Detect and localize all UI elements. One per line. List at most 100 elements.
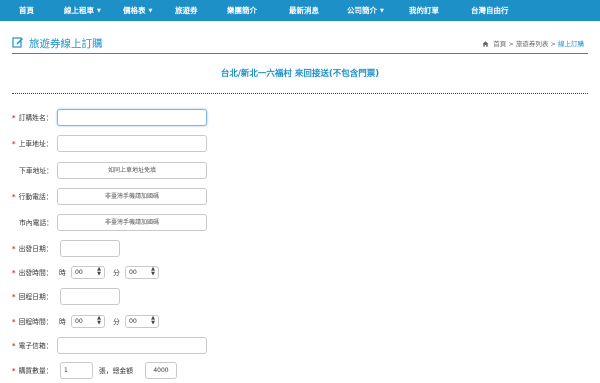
nav-group-intro[interactable]: 樂團簡介 bbox=[227, 0, 257, 21]
return-hour-value: 00 bbox=[75, 318, 83, 325]
nav-online-rental-label: 線上租車 bbox=[64, 6, 94, 15]
chevron-down-icon: ▼ bbox=[380, 8, 384, 14]
required-mark: * bbox=[12, 140, 16, 148]
return-time-label: * 回程時間： bbox=[12, 312, 53, 332]
nav-latest-news[interactable]: 最新消息 bbox=[289, 0, 319, 21]
pickup-address-input[interactable] bbox=[57, 135, 207, 152]
breadcrumb: 首頁 > 旅遊券列表 > 線上訂購 bbox=[482, 38, 584, 48]
return-minute-value: 00 bbox=[129, 318, 137, 325]
nav-price-list-label: 價格表 bbox=[123, 6, 146, 15]
nav-home-label: 首頁 bbox=[19, 6, 34, 15]
form-row-return-date: * 回程日期： bbox=[0, 287, 600, 307]
return-date-label-text: 回程日期： bbox=[18, 293, 53, 301]
required-mark: * bbox=[12, 342, 16, 350]
nav-price-list[interactable]: 價格表 ▼ bbox=[123, 0, 152, 21]
required-mark: * bbox=[12, 245, 16, 253]
depart-time-label: * 出發時間： bbox=[12, 263, 53, 283]
form-row-name: * 訂購姓名： bbox=[0, 108, 600, 128]
nav-my-orders-label: 我的訂單 bbox=[409, 6, 439, 15]
email-label-text: 電子信箱： bbox=[18, 342, 53, 350]
phone-label: 市內電話： bbox=[19, 219, 53, 227]
return-time-label-text: 回程時間： bbox=[18, 318, 53, 326]
mobile-input[interactable]: 非臺灣手機請加國碼 bbox=[57, 188, 207, 205]
page-title: 旅遊券線上訂購 bbox=[29, 38, 103, 50]
pickup-label: * 上車地址： bbox=[12, 134, 53, 154]
nav-home[interactable]: 首頁 bbox=[19, 0, 34, 21]
breadcrumb-separator: > bbox=[550, 40, 556, 48]
name-label-text: 訂購姓名： bbox=[18, 114, 53, 122]
title-divider bbox=[12, 53, 588, 54]
nav-taiwan-fit[interactable]: 台灣自由行 bbox=[471, 0, 509, 21]
breadcrumb-voucher-list[interactable]: 旅遊券列表 bbox=[516, 40, 549, 48]
nav-company-intro[interactable]: 公司簡介 ▼ bbox=[347, 0, 384, 21]
phone-input[interactable]: 非臺灣手機請加國碼 bbox=[57, 214, 207, 231]
form-row-pickup: * 上車地址： bbox=[0, 134, 600, 154]
minute-text: 分 bbox=[113, 269, 120, 277]
required-mark: * bbox=[12, 193, 16, 201]
breadcrumb-current: 線上訂購 bbox=[558, 40, 584, 48]
minute-text: 分 bbox=[113, 318, 120, 326]
name-input[interactable] bbox=[57, 109, 207, 126]
section-divider bbox=[12, 93, 588, 94]
return-date-input[interactable] bbox=[60, 288, 120, 305]
depart-hour-select[interactable]: 00 ▲ ▼ bbox=[71, 266, 105, 279]
required-mark: * bbox=[12, 367, 16, 375]
dropoff-address-input[interactable]: 如同上車地址免填 bbox=[57, 162, 207, 179]
nav-online-rental[interactable]: 線上租車 ▼ bbox=[64, 0, 101, 21]
total-amount-text: 張，總金額 bbox=[99, 367, 133, 375]
required-mark: * bbox=[12, 269, 16, 277]
depart-minute-select[interactable]: 00 ▲ ▼ bbox=[125, 266, 159, 279]
quantity-input[interactable]: 1 bbox=[60, 362, 93, 379]
dropoff-label: 下車地址： bbox=[19, 167, 53, 175]
mobile-label-text: 行動電話： bbox=[18, 193, 53, 201]
pickup-label-text: 上車地址： bbox=[18, 140, 53, 148]
depart-date-label: * 出發日期： bbox=[12, 239, 53, 259]
form-row-return-time: * 回程時間： 時 00 ▲ ▼ 分 00 ▲ ▼ bbox=[0, 312, 600, 332]
total-amount-field: 4000 bbox=[145, 362, 177, 379]
page-header: 旅遊券線上訂購 首頁 > 旅遊券列表 > 線上訂購 bbox=[12, 34, 588, 52]
depart-time-label-text: 出發時間： bbox=[18, 269, 53, 277]
home-icon bbox=[482, 41, 489, 47]
quantity-label-text: 購買數量： bbox=[18, 367, 53, 375]
depart-minute-value: 00 bbox=[129, 269, 137, 276]
nav-group-intro-label: 樂團簡介 bbox=[227, 6, 257, 15]
name-label: * 訂購姓名： bbox=[12, 108, 53, 128]
form-row-phone: 市內電話： 非臺灣手機請加國碼 bbox=[0, 213, 600, 233]
chevron-down-icon: ▼ bbox=[97, 8, 101, 14]
depart-date-label-text: 出發日期： bbox=[18, 245, 53, 253]
chevron-down-icon: ▼ bbox=[148, 8, 153, 14]
email-label: * 電子信箱： bbox=[12, 336, 53, 356]
nav-travel-voucher-label: 旅遊券 bbox=[175, 6, 198, 15]
required-mark: * bbox=[12, 318, 16, 326]
select-arrows-icon: ▲ ▼ bbox=[151, 266, 155, 277]
select-arrows-icon: ▲ ▼ bbox=[151, 315, 155, 326]
select-arrows-icon: ▲ ▼ bbox=[97, 266, 101, 277]
hour-text: 時 bbox=[59, 269, 66, 277]
required-mark: * bbox=[12, 114, 16, 122]
form-row-dropoff: 下車地址： 如同上車地址免填 bbox=[0, 161, 600, 181]
return-hour-select[interactable]: 00 ▲ ▼ bbox=[71, 315, 105, 328]
form-row-quantity: * 購買數量： 1 張，總金額 4000 bbox=[0, 361, 600, 381]
nav-travel-voucher[interactable]: 旅遊券 bbox=[175, 0, 198, 21]
depart-hour-value: 00 bbox=[75, 269, 83, 276]
quantity-label: * 購買數量： bbox=[12, 361, 53, 381]
breadcrumb-separator: > bbox=[508, 40, 514, 48]
nav-company-intro-label: 公司簡介 bbox=[347, 6, 377, 15]
return-minute-select[interactable]: 00 ▲ ▼ bbox=[125, 315, 159, 328]
email-input[interactable] bbox=[57, 337, 207, 354]
required-mark: * bbox=[12, 293, 16, 301]
nav-my-orders[interactable]: 我的訂單 bbox=[409, 0, 439, 21]
nav-latest-news-label: 最新消息 bbox=[289, 6, 319, 15]
nav-taiwan-fit-label: 台灣自由行 bbox=[471, 6, 509, 15]
form-row-depart-date: * 出發日期： bbox=[0, 239, 600, 259]
hour-text: 時 bbox=[59, 318, 66, 326]
form-row-email: * 電子信箱： bbox=[0, 336, 600, 356]
route-title: 台北/新北一六福村 來回接送(不包含門票) bbox=[220, 69, 380, 79]
top-navbar: 首頁 線上租車 ▼ 價格表 ▼ 旅遊券 樂團簡介 最新消息 公司簡介 ▼ 我的訂單 台… bbox=[0, 0, 600, 21]
depart-date-input[interactable] bbox=[60, 240, 120, 257]
form-row-mobile: * 行動電話： 非臺灣手機請加國碼 bbox=[0, 187, 600, 207]
breadcrumb-home[interactable]: 首頁 bbox=[493, 40, 506, 48]
mobile-label: * 行動電話： bbox=[12, 187, 53, 207]
edit-icon bbox=[12, 37, 23, 48]
form-row-depart-time: * 出發時間： 時 00 ▲ ▼ 分 00 ▲ ▼ bbox=[0, 263, 600, 283]
